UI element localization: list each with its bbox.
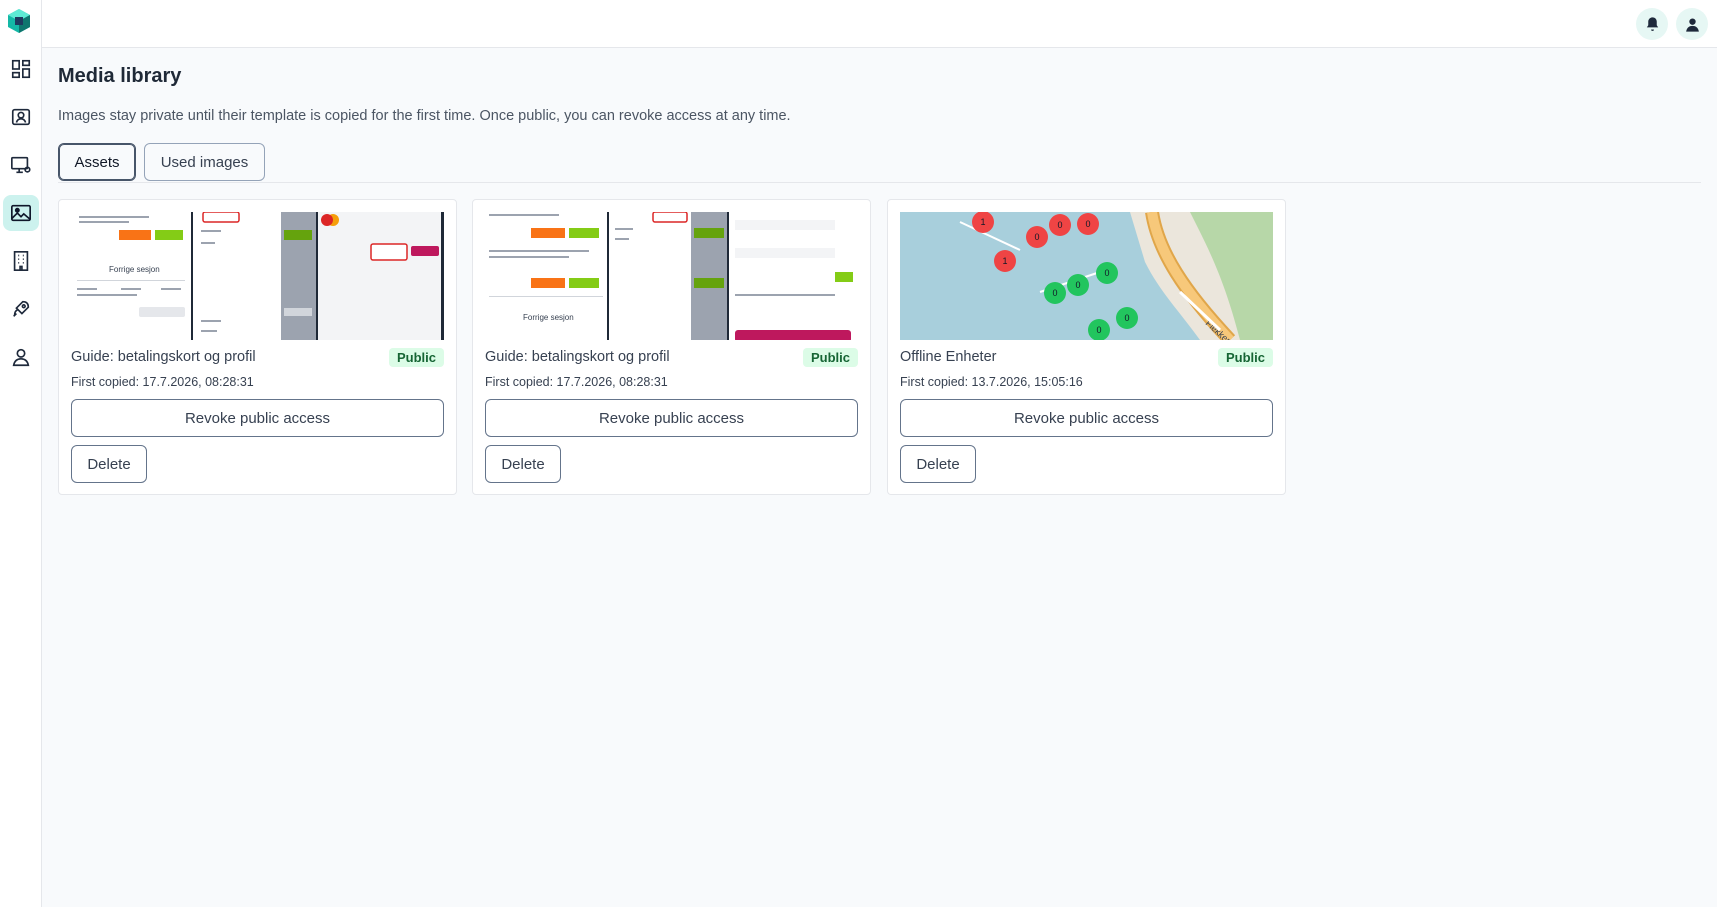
asset-thumbnail[interactable]: Forrige sesjon (485, 212, 858, 340)
status-badge: Public (802, 348, 858, 367)
rocket-icon (13, 300, 30, 317)
first-copied-date: First copied: 17.7.2026, 08:28:31 (485, 375, 668, 389)
page-description: Images stay private until their template… (58, 108, 791, 124)
dashboard-icon (11, 59, 31, 79)
svg-text:0: 0 (1104, 268, 1109, 278)
top-bar (42, 0, 1717, 48)
revoke-access-button[interactable]: Revoke public access (71, 399, 444, 437)
tab-assets[interactable]: Assets (58, 143, 136, 181)
revoke-access-button[interactable]: Revoke public access (900, 399, 1273, 437)
asset-title: Guide: betalingskort og profil (71, 349, 256, 365)
asset-title: Offline Enheter (900, 349, 997, 365)
app-logo-icon[interactable] (6, 8, 32, 34)
svg-text:0: 0 (1085, 219, 1090, 229)
asset-thumbnail[interactable]: Flekkerøy 1 0 0 0 1 0 0 0 0 0 (900, 212, 1273, 340)
delete-button[interactable]: Delete (485, 445, 561, 483)
svg-text:Forrige sesjon: Forrige sesjon (109, 265, 160, 274)
asset-title: Guide: betalingskort og profil (485, 349, 670, 365)
guide-screenshot-image: Forrige sesjon (71, 212, 444, 340)
image-icon (11, 204, 31, 222)
sidebar-item-media[interactable] (3, 195, 39, 231)
status-badge: Public (388, 348, 444, 367)
sidebar-item-launch[interactable] (3, 291, 39, 327)
tab-used-images[interactable]: Used images (144, 143, 265, 181)
user-icon (1685, 17, 1699, 32)
sidebar-item-dashboard[interactable] (3, 51, 39, 87)
revoke-access-button[interactable]: Revoke public access (485, 399, 858, 437)
guide-screenshot-image: Forrige sesjon (485, 212, 858, 340)
sidebar-item-contacts[interactable] (3, 99, 39, 135)
map-image: Flekkerøy 1 0 0 0 1 0 0 0 0 0 (900, 212, 1273, 340)
notifications-button[interactable] (1636, 8, 1668, 40)
svg-text:0: 0 (1096, 325, 1101, 335)
svg-text:0: 0 (1124, 313, 1129, 323)
svg-text:0: 0 (1034, 232, 1039, 242)
first-copied-date: First copied: 17.7.2026, 08:28:31 (71, 375, 254, 389)
building-icon (13, 251, 29, 271)
asset-card: Forrige sesjon Guide: betalingskort og p… (58, 199, 457, 495)
svg-text:0: 0 (1052, 288, 1057, 298)
asset-thumbnail[interactable]: Forrige sesjon (71, 212, 444, 340)
contact-card-icon (11, 108, 31, 126)
sidebar-item-devices[interactable] (3, 147, 39, 183)
asset-card: Forrige sesjon Guide: betalingskort og p… (472, 199, 871, 495)
svg-text:0: 0 (1057, 220, 1062, 230)
delete-button[interactable]: Delete (71, 445, 147, 483)
sidebar-item-buildings[interactable] (3, 243, 39, 279)
page-title: Media library (58, 65, 182, 87)
sidebar-item-profile[interactable] (3, 339, 39, 375)
svg-text:1: 1 (1002, 256, 1007, 266)
first-copied-date: First copied: 13.7.2026, 15:05:16 (900, 375, 1083, 389)
tab-divider (58, 182, 1701, 183)
monitor-settings-icon (11, 156, 31, 174)
svg-text:0: 0 (1075, 280, 1080, 290)
sidebar (0, 0, 42, 907)
user-icon (12, 348, 30, 367)
account-button[interactable] (1676, 8, 1708, 40)
svg-text:1: 1 (980, 217, 985, 227)
svg-text:Forrige sesjon: Forrige sesjon (523, 313, 574, 322)
asset-card: Flekkerøy 1 0 0 0 1 0 0 0 0 0 Offline En… (887, 199, 1286, 495)
bell-icon (1646, 16, 1658, 31)
status-badge: Public (1217, 348, 1273, 367)
delete-button[interactable]: Delete (900, 445, 976, 483)
